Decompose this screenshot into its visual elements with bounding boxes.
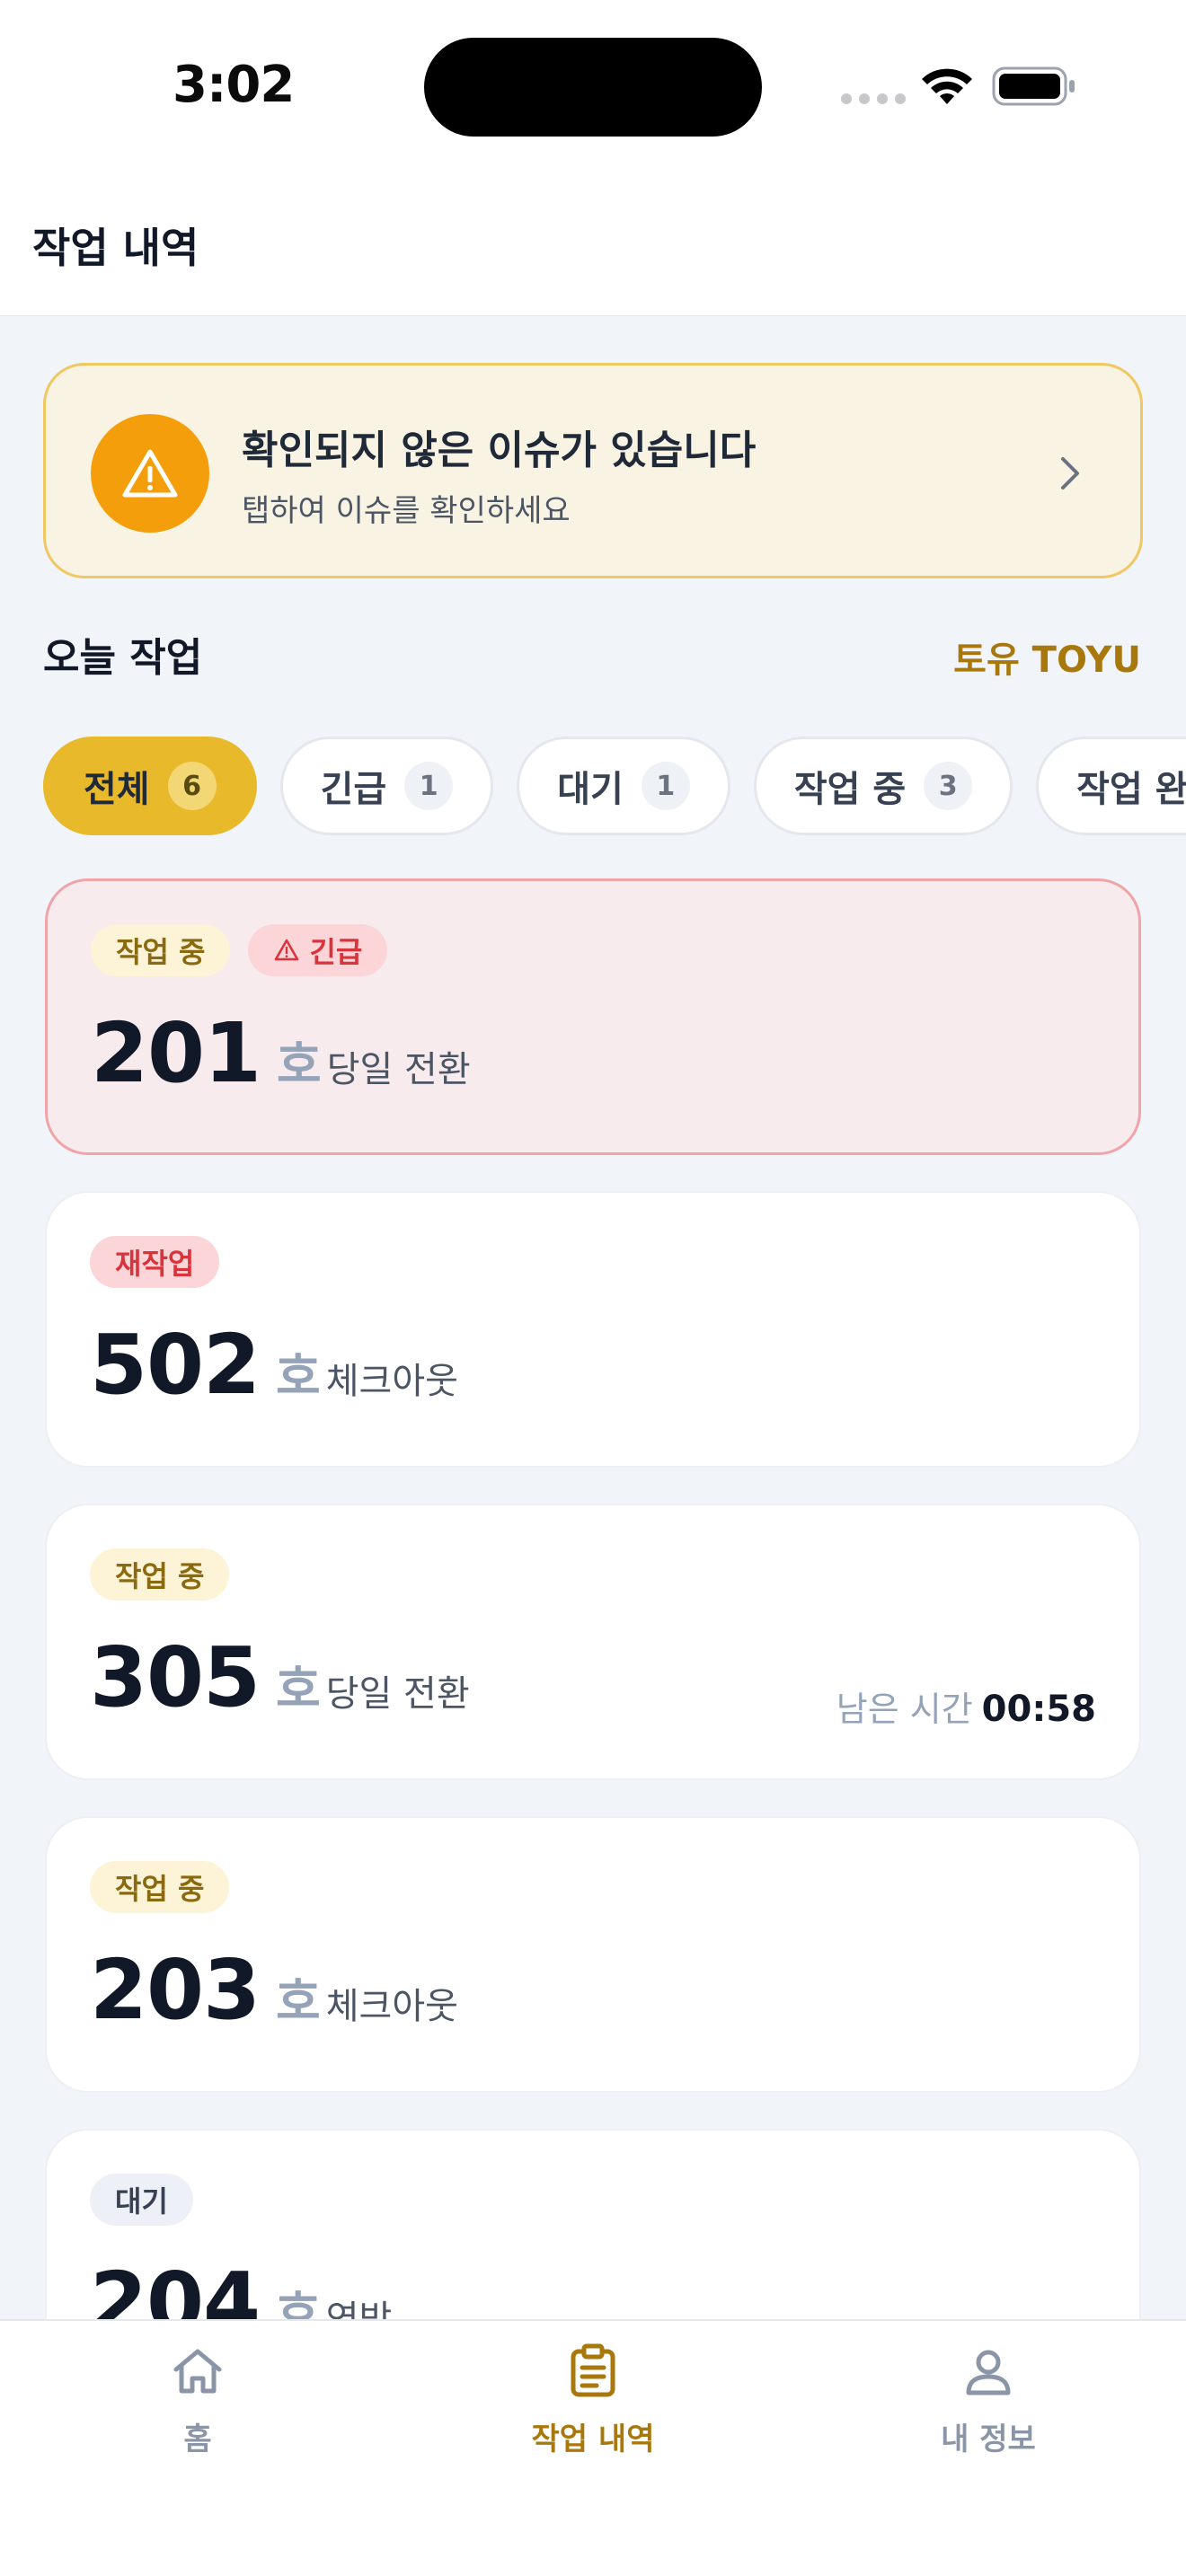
filter-chip-count: 1 — [404, 762, 454, 810]
filter-chip-scroller[interactable]: 전체 6 긴급 1 대기 1 작업 중 3 작업 완료 — [0, 728, 1186, 844]
task-type: 체크아웃 — [325, 1361, 458, 1402]
filter-chip-in-progress[interactable]: 작업 중 3 — [753, 737, 1013, 835]
dynamic-island — [424, 38, 762, 137]
room-suffix: 호 — [276, 1973, 321, 2030]
task-card[interactable]: 작업 중 긴급 201 호 당일 전환 — [45, 878, 1141, 1155]
unresolved-issue-banner[interactable]: 확인되지 않은 이슈가 있습니다 탭하여 이슈를 확인하세요 — [43, 363, 1143, 578]
room-number: 203 — [90, 1942, 261, 2038]
battery-icon — [992, 66, 1075, 106]
tab-label: 홈 — [183, 2422, 212, 2457]
task-type: 당일 전환 — [325, 1673, 470, 1715]
tab-work-history[interactable]: 작업 내역 — [485, 2342, 701, 2458]
warning-triangle-icon — [91, 414, 209, 533]
filter-chip-all[interactable]: 전체 6 — [43, 737, 257, 835]
tab-home[interactable]: 홈 — [90, 2342, 305, 2458]
task-card[interactable]: 재작업 502 호 체크아웃 — [45, 1191, 1141, 1468]
section-title: 오늘 작업 — [43, 635, 203, 681]
remaining-time: 남은 시간 00:58 — [836, 1681, 1096, 1731]
status-badge: 작업 중 — [90, 1548, 230, 1601]
person-icon — [966, 2350, 1011, 2395]
task-type: 당일 전환 — [326, 1049, 471, 1090]
banner-title: 확인되지 않은 이슈가 있습니다 — [242, 428, 757, 473]
status-badge: 재작업 — [90, 1236, 220, 1288]
status-badge: 작업 중 — [91, 924, 231, 976]
urgent-badge-label: 긴급 — [309, 935, 363, 969]
filter-chip-urgent[interactable]: 긴급 1 — [279, 737, 494, 835]
room-suffix: 호 — [277, 1037, 322, 1093]
clipboard-icon — [571, 2343, 615, 2397]
page-title: 작업 내역 — [32, 224, 199, 272]
remaining-time-value: 00:58 — [981, 1689, 1096, 1730]
status-badge: 대기 — [90, 2174, 193, 2226]
room-number: 305 — [90, 1629, 261, 1725]
filter-chip-label: 긴급 — [320, 769, 387, 810]
remaining-time-label: 남은 시간 — [836, 1689, 973, 1729]
room-number: 502 — [90, 1317, 261, 1413]
filter-chip-count: 6 — [167, 762, 217, 810]
brand-label[interactable]: 토유 TOYU — [953, 631, 1141, 683]
room-suffix: 호 — [276, 1348, 321, 1405]
filter-chip-label: 대기 — [557, 769, 624, 810]
filter-chip-label: 작업 완료 — [1076, 769, 1186, 810]
status-badge: 작업 중 — [90, 1861, 230, 1913]
home-icon — [173, 2349, 222, 2394]
filter-chip-count: 1 — [641, 762, 690, 810]
task-card[interactable]: 작업 중 305 호 당일 전환 남은 시간 00:58 — [45, 1504, 1141, 1780]
status-bar: 3:02 — [0, 0, 1186, 171]
status-time: 3:02 — [173, 56, 295, 114]
filter-chip-done[interactable]: 작업 완료 — [1036, 737, 1186, 835]
tab-label: 작업 내역 — [531, 2422, 655, 2457]
tab-label: 내 정보 — [941, 2422, 1036, 2457]
filter-chip-label: 전체 — [84, 769, 150, 810]
warning-triangle-icon — [275, 939, 299, 961]
room-number: 201 — [91, 1005, 261, 1101]
filter-chip-count: 3 — [924, 762, 973, 810]
task-card[interactable]: 작업 중 203 호 체크아웃 — [45, 1816, 1141, 2093]
cellular-signal-icon — [841, 93, 906, 104]
filter-chip-label: 작업 중 — [793, 769, 907, 810]
task-type: 체크아웃 — [325, 1986, 458, 2027]
chevron-right-icon — [1061, 457, 1079, 490]
banner-subtitle: 탭하여 이슈를 확인하세요 — [242, 493, 571, 529]
wifi-icon — [922, 68, 972, 104]
room-suffix: 호 — [276, 1661, 321, 1717]
tab-my-info[interactable]: 내 정보 — [881, 2342, 1096, 2458]
bottom-tab-bar: 홈 작업 내역 내 정보 — [0, 2319, 1186, 2576]
urgent-badge: 긴급 — [248, 924, 388, 976]
page-header: 작업 내역 — [0, 171, 1186, 316]
filter-chip-waiting[interactable]: 대기 1 — [517, 737, 730, 835]
